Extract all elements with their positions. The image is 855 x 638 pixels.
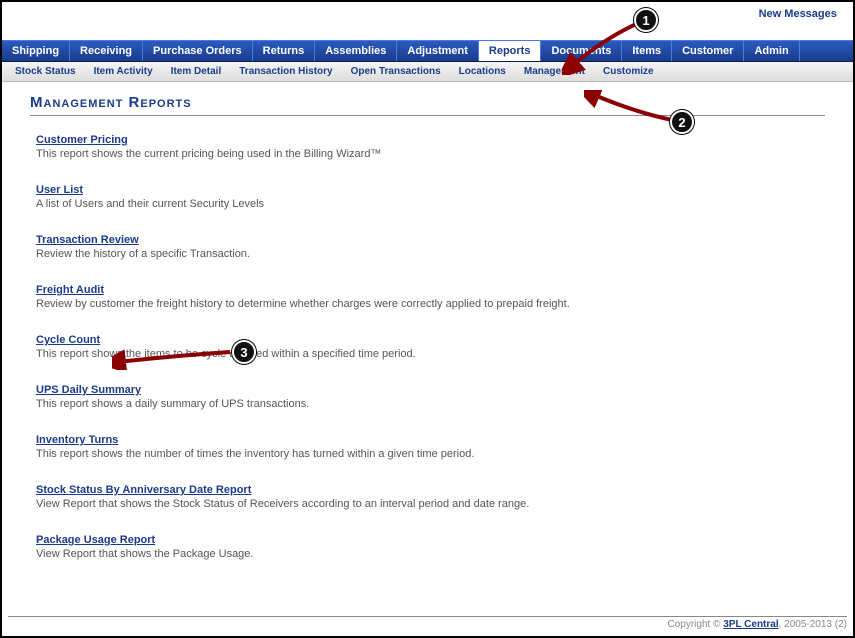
content-area: Management Reports Customer Pricing This…	[2, 82, 853, 594]
report-desc: Review by customer the freight history t…	[36, 298, 825, 310]
report-link-transaction-review[interactable]: Transaction Review	[36, 234, 139, 246]
subnav-open-transactions[interactable]: Open Transactions	[342, 63, 450, 80]
report-desc: This report shows a daily summary of UPS…	[36, 398, 825, 410]
report-desc: A list of Users and their current Securi…	[36, 198, 825, 210]
nav-shipping[interactable]: Shipping	[2, 41, 70, 61]
annotation-badge-3: 3	[232, 340, 256, 364]
report-link-ups-daily-summary[interactable]: UPS Daily Summary	[36, 384, 141, 396]
report-customer-pricing: Customer Pricing This report shows the c…	[36, 134, 825, 160]
nav-receiving[interactable]: Receiving	[70, 41, 143, 61]
nav-admin[interactable]: Admin	[744, 41, 799, 61]
sub-nav: Stock Status Item Activity Item Detail T…	[2, 62, 853, 82]
report-freight-audit: Freight Audit Review by customer the fre…	[36, 284, 825, 310]
report-link-user-list[interactable]: User List	[36, 184, 83, 196]
annotation-arrow-2	[584, 90, 679, 130]
subnav-item-activity[interactable]: Item Activity	[85, 63, 162, 80]
page-title: Management Reports	[30, 94, 825, 111]
subnav-transaction-history[interactable]: Transaction History	[230, 63, 341, 80]
footer: Copyright © 3PL Central, 2005-2013 (2)	[8, 616, 847, 630]
copyright-prefix: Copyright ©	[667, 619, 723, 630]
report-stock-status-anniversary: Stock Status By Anniversary Date Report …	[36, 484, 825, 510]
nav-customer[interactable]: Customer	[672, 41, 744, 61]
annotation-arrow-1	[562, 20, 642, 75]
new-messages-link[interactable]: New Messages	[759, 8, 837, 20]
subnav-item-detail[interactable]: Item Detail	[162, 63, 231, 80]
nav-reports[interactable]: Reports	[479, 41, 542, 61]
annotation-badge-1: 1	[634, 8, 658, 32]
main-nav: Shipping Receiving Purchase Orders Retur…	[2, 40, 853, 62]
title-rule	[30, 115, 825, 116]
report-desc: This report shows the current pricing be…	[36, 148, 825, 160]
footer-brand-link[interactable]: 3PL Central	[723, 619, 778, 630]
nav-purchase-orders[interactable]: Purchase Orders	[143, 41, 253, 61]
report-ups-daily-summary: UPS Daily Summary This report shows a da…	[36, 384, 825, 410]
nav-returns[interactable]: Returns	[253, 41, 316, 61]
subnav-stock-status[interactable]: Stock Status	[6, 63, 85, 80]
report-link-customer-pricing[interactable]: Customer Pricing	[36, 134, 128, 146]
report-link-inventory-turns[interactable]: Inventory Turns	[36, 434, 118, 446]
nav-adjustment[interactable]: Adjustment	[397, 41, 479, 61]
nav-assemblies[interactable]: Assemblies	[315, 41, 397, 61]
report-user-list: User List A list of Users and their curr…	[36, 184, 825, 210]
annotation-arrow-3	[112, 346, 237, 370]
report-desc: View Report that shows the Package Usage…	[36, 548, 825, 560]
report-link-freight-audit[interactable]: Freight Audit	[36, 284, 104, 296]
report-link-cycle-count[interactable]: Cycle Count	[36, 334, 100, 346]
report-link-package-usage[interactable]: Package Usage Report	[36, 534, 155, 546]
subnav-locations[interactable]: Locations	[450, 63, 515, 80]
copyright-years: , 2005-2013 (2)	[779, 619, 847, 630]
report-link-stock-status-anniversary[interactable]: Stock Status By Anniversary Date Report	[36, 484, 251, 496]
report-desc: This report shows the number of times th…	[36, 448, 825, 460]
report-inventory-turns: Inventory Turns This report shows the nu…	[36, 434, 825, 460]
report-package-usage: Package Usage Report View Report that sh…	[36, 534, 825, 560]
annotation-badge-2: 2	[670, 110, 694, 134]
report-desc: View Report that shows the Stock Status …	[36, 498, 825, 510]
report-transaction-review: Transaction Review Review the history of…	[36, 234, 825, 260]
report-desc: Review the history of a specific Transac…	[36, 248, 825, 260]
